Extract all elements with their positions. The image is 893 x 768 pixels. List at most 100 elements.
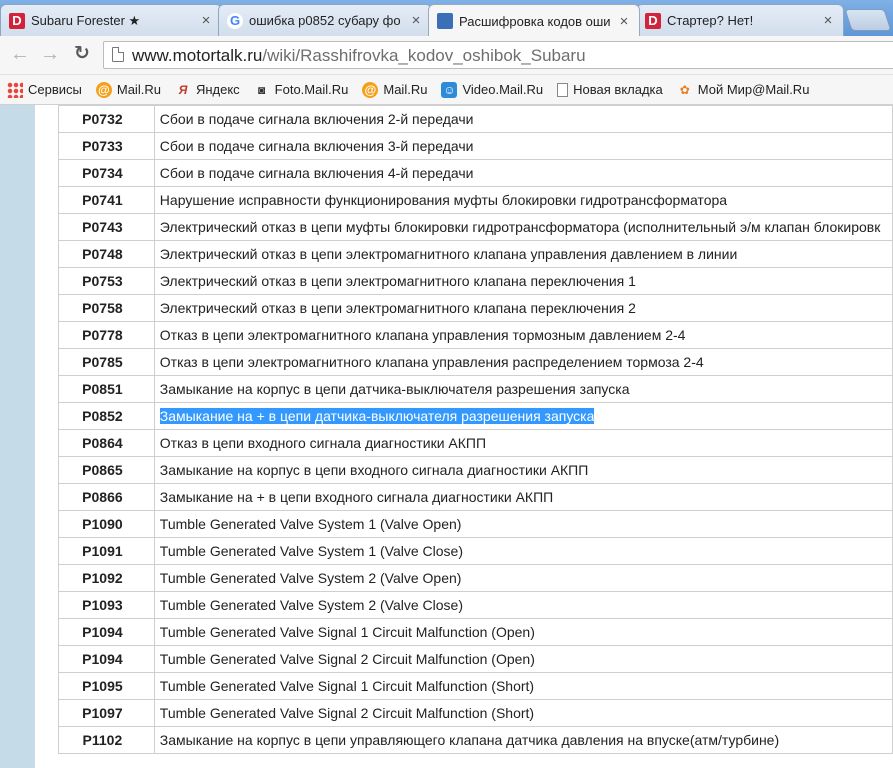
bookmark-label: Сервисы — [28, 82, 82, 97]
table-row: P0864 Отказ в цепи входного сигнала диагн… — [58, 429, 893, 457]
error-description-cell: Отказ в цепи входного сигнала диагностик… — [153, 429, 893, 457]
error-code-cell: P0741 — [58, 186, 155, 214]
bookmark-yandex[interactable]: Я Яндекс — [175, 82, 240, 98]
mailru-icon: @ — [95, 81, 112, 98]
url-path: /wiki/Rasshifrovka_kodov_oshibok_Subaru — [262, 46, 586, 65]
table-row: P0785 Отказ в цепи электромагнитного клап… — [58, 348, 893, 376]
error-description-cell: Замыкание на корпус в цепи управляющего … — [153, 726, 893, 754]
tab-subaru-forester[interactable]: D Subaru Forester ★ × — [0, 4, 222, 36]
close-tab-icon[interactable]: × — [408, 12, 424, 29]
error-code-cell: P0785 — [58, 348, 155, 376]
tab-motortalk-active[interactable]: Расшифровка кодов оши × — [428, 4, 640, 36]
table-row: P0865 Замыкание на корпус в цепи входного… — [58, 456, 893, 484]
tab-starter[interactable]: D Стартер? Нет! × — [636, 4, 844, 36]
bookmark-label: Яндекс — [195, 82, 240, 97]
reload-icon[interactable]: ↻ — [70, 42, 94, 66]
forward-arrow-icon[interactable]: → — [38, 42, 62, 66]
address-bar[interactable]: www.motortalk.ru/wiki/Rasshifrovka_kodov… — [103, 41, 893, 69]
error-description-cell: Электрический отказ в цепи электромагнит… — [153, 240, 893, 268]
error-code-cell: P0732 — [58, 105, 155, 133]
error-description-cell: Сбои в подаче сигнала включения 2-й пере… — [153, 105, 893, 133]
error-description-cell: Замыкание на + в цепи входного сигнала д… — [153, 483, 893, 511]
video-icon: ☺ — [441, 81, 458, 98]
bookmark-foto-mailru[interactable]: ◙ Foto.Mail.Ru — [254, 82, 348, 98]
error-description-cell: Электрический отказ в цепи электромагнит… — [153, 267, 893, 295]
page-content: P0732 Сбои в подаче сигнала включения 2-й… — [0, 105, 893, 768]
table-row: P0732 Сбои в подаче сигнала включения 2-й… — [58, 105, 893, 133]
back-arrow-icon[interactable]: ← — [8, 42, 32, 66]
bookmark-moi-mir[interactable]: ✿ Мой Мир@Mail.Ru — [677, 82, 810, 98]
bookmark-label: Новая вкладка — [573, 82, 663, 97]
close-tab-icon[interactable]: × — [820, 12, 836, 29]
error-description-cell: Tumble Generated Valve System 1 (Valve O… — [153, 510, 893, 538]
close-tab-icon[interactable]: × — [616, 13, 632, 30]
bookmark-video-mailru[interactable]: ☺ Video.Mail.Ru — [441, 81, 544, 98]
error-code-cell: P0758 — [58, 294, 155, 322]
moimir-icon: ✿ — [679, 82, 690, 97]
drive2-icon: D — [645, 12, 661, 29]
error-codes-table: P0732 Сбои в подаче сигнала включения 2-й… — [58, 105, 893, 754]
google-icon: G — [227, 12, 243, 29]
bookmark-mailru[interactable]: @ Mail.Ru — [95, 81, 161, 98]
error-code-cell: P0743 — [58, 213, 155, 241]
table-row: P1094 Tumble Generated Valve Signal 2 Cir… — [58, 645, 893, 673]
table-row: P1092 Tumble Generated Valve System 2 (Va… — [58, 564, 893, 592]
tab-title: Subaru Forester ★ — [31, 12, 141, 28]
new-tab-button[interactable] — [844, 9, 892, 31]
error-description-cell: Замыкание на корпус в цепи входного сигн… — [153, 456, 893, 484]
error-description-cell: Электрический отказ в цепи муфты блокиро… — [153, 213, 893, 241]
error-description-cell: Нарушение исправности функционирования м… — [153, 186, 893, 214]
mailru-icon: @ — [362, 81, 379, 98]
error-code-cell: P0852 — [58, 402, 155, 430]
error-description-cell: Замыкание на корпус в цепи датчика-выклю… — [153, 375, 893, 403]
bookmarks-bar: Сервисы @ Mail.Ru Я Яндекс ◙ Foto.Mail.Ru @… — [0, 75, 893, 105]
error-description-cell: Tumble Generated Valve Signal 2 Circuit … — [153, 645, 893, 673]
tab-google-search[interactable]: G ошибка p0852 субару фо × — [218, 4, 432, 36]
toolbar: ← → ↻ www.motortalk.ru/wiki/Rasshifrovka… — [0, 36, 893, 75]
drive2-icon: D — [9, 12, 25, 29]
error-code-cell: P1094 — [58, 645, 155, 673]
table-row: P1094 Tumble Generated Valve Signal 1 Cir… — [58, 618, 893, 646]
error-description-cell: Отказ в цепи электромагнитного клапана у… — [153, 321, 893, 349]
error-description-cell: Электрический отказ в цепи электромагнит… — [153, 294, 893, 322]
error-description-cell: Замыкание на + в цепи датчика-выключател… — [153, 402, 893, 430]
error-description-cell: Tumble Generated Valve Signal 2 Circuit … — [153, 699, 893, 727]
error-description-cell: Tumble Generated Valve Signal 1 Circuit … — [153, 618, 893, 646]
yandex-icon: Я — [178, 82, 188, 97]
tab-strip: D Subaru Forester ★ × G ошибка p0852 суб… — [0, 0, 893, 36]
error-code-cell: P0865 — [58, 456, 155, 484]
error-code-cell: P0748 — [58, 240, 155, 268]
error-description-cell: Tumble Generated Valve System 1 (Valve C… — [153, 537, 893, 565]
tab-title: ошибка p0852 субару фо — [249, 13, 401, 28]
bookmark-services[interactable]: Сервисы — [7, 81, 82, 98]
close-tab-icon[interactable]: × — [198, 12, 214, 29]
table-row: P1102 Замыкание на корпус в цепи управляю… — [58, 726, 893, 754]
error-code-cell: P1090 — [58, 510, 155, 538]
error-code-cell: P1097 — [58, 699, 155, 727]
error-code-cell: P1092 — [58, 564, 155, 592]
table-row: P1093 Tumble Generated Valve System 2 (Va… — [58, 591, 893, 619]
table-row: P0741 Нарушение исправности функционирова… — [58, 186, 893, 214]
page-icon — [112, 47, 124, 62]
url-text[interactable]: www.motortalk.ru/wiki/Rasshifrovka_kodov… — [132, 46, 586, 66]
table-row: P0851 Замыкание на корпус в цепи датчика-… — [58, 375, 893, 403]
bookmark-label: Мой Мир@Mail.Ru — [697, 82, 810, 97]
bookmark-mailru-2[interactable]: @ Mail.Ru — [362, 81, 428, 98]
error-description-cell: Tumble Generated Valve System 2 (Valve O… — [153, 564, 893, 592]
table-row: P0733 Сбои в подаче сигнала включения 3-й… — [58, 132, 893, 160]
error-code-cell: P0864 — [58, 429, 155, 457]
table-row: P0778 Отказ в цепи электромагнитного клап… — [58, 321, 893, 349]
error-code-cell: P1091 — [58, 537, 155, 565]
error-code-cell: P0733 — [58, 132, 155, 160]
error-code-cell: P1095 — [58, 672, 155, 700]
bookmark-new-tab[interactable]: Новая вкладка — [557, 82, 663, 97]
error-code-cell: P0866 — [58, 483, 155, 511]
bookmark-label: Mail.Ru — [383, 82, 428, 97]
table-row: P1091 Tumble Generated Valve System 1 (Va… — [58, 537, 893, 565]
table-row: P0734 Сбои в подаче сигнала включения 4-й… — [58, 159, 893, 187]
error-code-cell: P1102 — [58, 726, 155, 754]
error-code-cell: P0734 — [58, 159, 155, 187]
bookmark-label: Video.Mail.Ru — [462, 82, 544, 97]
table-row: P0748 Электрический отказ в цепи электром… — [58, 240, 893, 268]
page-icon — [557, 82, 569, 97]
